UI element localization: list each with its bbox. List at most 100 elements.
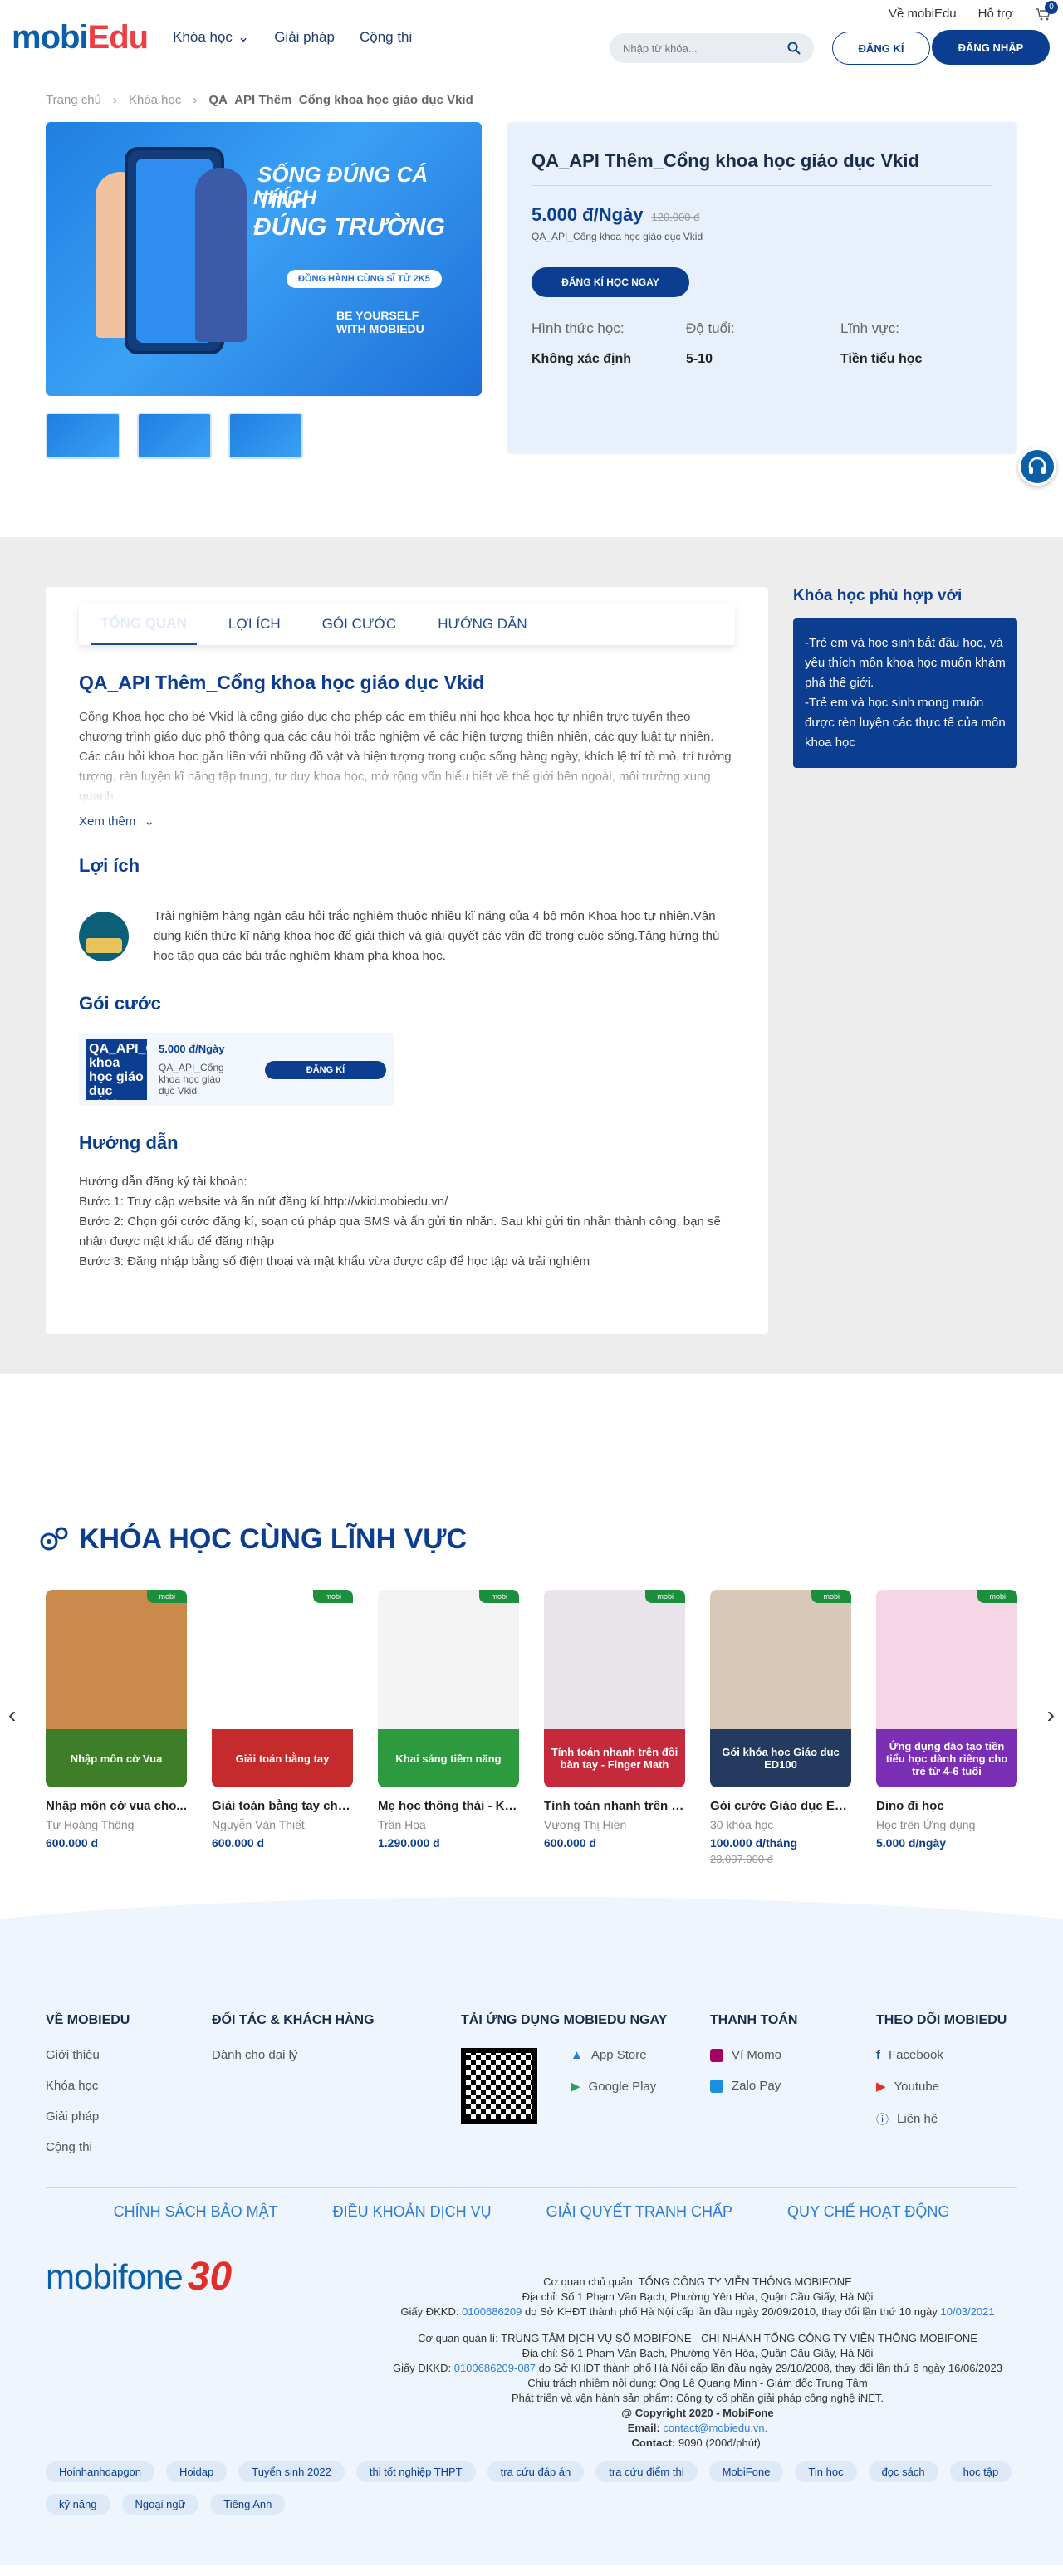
attr-age: Độ tuổi: 5-10 xyxy=(686,320,840,367)
attr-age-value: 5-10 xyxy=(686,352,713,366)
attr-field-value: Tiền tiểu học xyxy=(840,352,923,366)
footer-link-agents[interactable]: Dành cho đại lý xyxy=(212,2048,375,2062)
banner-thumbnail[interactable] xyxy=(46,413,120,459)
tag-chip[interactable]: đọc sách xyxy=(868,2461,938,2482)
course-card[interactable]: mobi Giải toán bằng tay Giải toán bằng tay… xyxy=(212,1590,353,1865)
course-thumbnail-caption: Nhập môn cờ Vua xyxy=(46,1729,187,1787)
mobifone-30-logo: mobifone 30 xyxy=(46,2254,232,2300)
banner-thumbnail[interactable] xyxy=(137,413,212,459)
app-store-links: ▲ App Store ▶ Google Play xyxy=(571,2048,656,2124)
terms-link[interactable]: ĐIỀU KHOẢN DỊCH VỤ xyxy=(333,2203,492,2221)
banner-pill: ĐỒNG HÀNH CÙNG SĨ TỬ 2K5 xyxy=(287,270,442,288)
search-input[interactable] xyxy=(623,42,787,55)
breadcrumb-home[interactable]: Trang chủ xyxy=(46,93,101,107)
dispute-link[interactable]: GIẢI QUYẾT TRANH CHẤP xyxy=(546,2203,732,2221)
app-store-link[interactable]: ▲ App Store xyxy=(571,2048,656,2062)
nav-item-solutions[interactable]: Giải pháp xyxy=(274,29,335,46)
google-play-link[interactable]: ▶ Google Play xyxy=(571,2079,656,2095)
tag-chip[interactable]: Hoinhanhdapgon xyxy=(46,2461,155,2482)
related-title-text: KHÓA HỌC CÙNG LĨNH VỰC xyxy=(79,1523,468,1555)
privacy-policy-link[interactable]: CHÍNH SÁCH BẢO MẬT xyxy=(114,2203,278,2221)
tag-chip[interactable]: Tuyển sinh 2022 xyxy=(238,2461,345,2482)
zalopay-link[interactable]: Zalo Pay xyxy=(710,2079,797,2093)
tab-benefits[interactable]: LỢI ÍCH xyxy=(218,604,291,645)
tag-chip[interactable]: thi tốt nghiệp THPT xyxy=(355,2461,476,2482)
sidebar-title: Khóa học phù hợp với xyxy=(793,587,963,604)
register-button[interactable]: ĐĂNG KÍ xyxy=(832,32,930,65)
related-courses-section: KHÓA HỌC CÙNG LĨNH VỰC ‹ › mobi Nhập môn … xyxy=(0,1374,1063,1947)
facebook-link[interactable]: f Facebook xyxy=(876,2048,1007,2062)
momo-icon xyxy=(710,2048,723,2062)
headset-support-icon[interactable] xyxy=(1018,447,1056,486)
tab-packages[interactable]: GÓI CƯỚC xyxy=(312,604,407,645)
email-link[interactable]: contact@mobiedu.vn. xyxy=(663,2422,767,2434)
detail-tabs: TỔNG QUAN LỢI ÍCH GÓI CƯỚC HƯỚNG DẪN xyxy=(79,604,735,645)
carousel-next-icon[interactable]: › xyxy=(1047,1702,1055,1728)
course-price: 100.000 đ/tháng xyxy=(710,1836,798,1850)
facebook-icon: f xyxy=(876,2048,880,2062)
course-card[interactable]: mobi Tính toán nhanh trên đôi bàn tay - F… xyxy=(544,1590,685,1865)
course-thumbnail-caption: Khai sáng tiềm năng xyxy=(378,1729,519,1787)
mobiedu-badge: mobi xyxy=(147,1590,187,1603)
tag-chip[interactable]: Hoidap xyxy=(166,2461,228,2482)
tab-overview[interactable]: TỔNG QUAN xyxy=(91,604,197,645)
momo-link[interactable]: Ví Momo xyxy=(710,2048,797,2062)
operation-rules-link[interactable]: QUY CHẾ HOẠT ĐỘNG xyxy=(787,2203,949,2221)
nav-courses-label: Khóa học xyxy=(173,29,233,45)
package-register-button[interactable]: ĐĂNG KÍ xyxy=(265,1061,386,1079)
tag-chip[interactable]: học tập xyxy=(949,2461,1012,2482)
course-card[interactable]: mobi Gói khóa học Giáo dục ED100 Gói cước … xyxy=(710,1590,851,1865)
youtube-link[interactable]: ▶ Youtube xyxy=(876,2079,1007,2095)
see-more-link[interactable]: Xem thêm ⌄ xyxy=(79,814,154,829)
email-label: Email: xyxy=(627,2422,664,2434)
related-course-list: mobi Nhập môn cờ Vua Nhập môn cờ vua cho..… xyxy=(46,1590,1017,1865)
footer-link-intro[interactable]: Giới thiệu xyxy=(46,2048,130,2062)
mobiedu-badge: mobi xyxy=(645,1590,685,1603)
site-footer: VỀ MOBIEDU Giới thiệu Khóa học Giải pháp… xyxy=(0,1897,1063,2565)
course-card[interactable]: mobi Khai sáng tiềm năng Mẹ học thông thái… xyxy=(378,1590,519,1865)
footer-col-about: VỀ MOBIEDU Giới thiệu Khóa học Giải pháp… xyxy=(46,2013,130,2171)
about-link[interactable]: Về mobiEdu xyxy=(889,7,957,21)
tag-chip[interactable]: Tiếng Anh xyxy=(210,2494,286,2515)
banner-thumbnail[interactable] xyxy=(228,413,303,459)
course-name: Tính toán nhanh trên đôi... xyxy=(544,1799,685,1813)
enroll-now-button[interactable]: ĐĂNG KÍ HỌC NGAY xyxy=(532,267,689,297)
support-link[interactable]: Hỗ trợ xyxy=(978,7,1013,21)
overview-title: QA_API Thêm_Cổng khoa học giáo dục Vkid xyxy=(79,672,485,693)
course-thumbnail-caption: Tính toán nhanh trên đôi bàn tay - Finge… xyxy=(544,1729,685,1787)
mobiedu-logo[interactable]: mobiEdu xyxy=(12,19,149,56)
info-icon: ⓘ xyxy=(876,2113,889,2127)
course-card[interactable]: mobi Nhập môn cờ Vua Nhập môn cờ vua cho..… xyxy=(46,1590,187,1865)
search-icon[interactable] xyxy=(787,42,801,55)
tag-chip[interactable]: tra cứu đáp án xyxy=(487,2461,585,2482)
course-price: 1.290.000 đ xyxy=(378,1836,440,1850)
cart-icon[interactable]: 0 xyxy=(1035,0,1058,21)
course-thumbnail: mobi Khai sáng tiềm năng xyxy=(378,1590,519,1787)
mobifone-logo-text: mobifone xyxy=(46,2256,184,2296)
banner-tag: BE YOURSELF WITH MOBIEDU xyxy=(336,309,424,335)
course-card[interactable]: mobi Ứng dụng đào tạo tiền tiểu học dành … xyxy=(876,1590,1017,1865)
breadcrumb-courses[interactable]: Khóa học xyxy=(129,93,181,107)
contact-link[interactable]: ⓘ Liên hệ xyxy=(876,2110,1007,2128)
footer-link-contest[interactable]: Cộng thi xyxy=(46,2140,130,2154)
nav-item-contest[interactable]: Cộng thi xyxy=(360,29,412,46)
business-reg-link[interactable]: 0100686209-087 xyxy=(454,2362,536,2374)
footer-link-solutions[interactable]: Giải pháp xyxy=(46,2109,130,2124)
login-button[interactable]: ĐĂNG NHẬP xyxy=(932,30,1050,65)
tag-chip[interactable]: kỹ năng xyxy=(46,2494,110,2515)
business-reg-link[interactable]: 0100686209 xyxy=(462,2305,522,2318)
tab-guide[interactable]: HƯỚNG DẪN xyxy=(428,604,537,645)
footer-link-courses[interactable]: Khóa học xyxy=(46,2079,130,2093)
search-box xyxy=(610,33,814,63)
nav-item-courses[interactable]: Khóa học ⌄ xyxy=(173,29,249,46)
tag-chip[interactable]: Tin học xyxy=(795,2461,857,2482)
carousel-prev-icon[interactable]: ‹ xyxy=(8,1702,16,1728)
course-name: Giải toán bằng tay cho tr... xyxy=(212,1799,353,1813)
course-name: Gói cước Giáo dục ED100 xyxy=(710,1799,851,1813)
legal-line: Giấy ĐKKD: 0100686209 do Sở KHĐT thành p… xyxy=(349,2305,1046,2319)
course-attributes: Hình thức học: Không xác định Độ tuổi: 5-1… xyxy=(532,320,992,367)
tag-chip[interactable]: tra cứu điểm thi xyxy=(595,2461,698,2482)
tag-chip[interactable]: Ngoại ngữ xyxy=(121,2494,199,2515)
tag-chip[interactable]: MobiFone xyxy=(708,2461,784,2482)
date-link[interactable]: 10/03/2021 xyxy=(941,2305,995,2318)
